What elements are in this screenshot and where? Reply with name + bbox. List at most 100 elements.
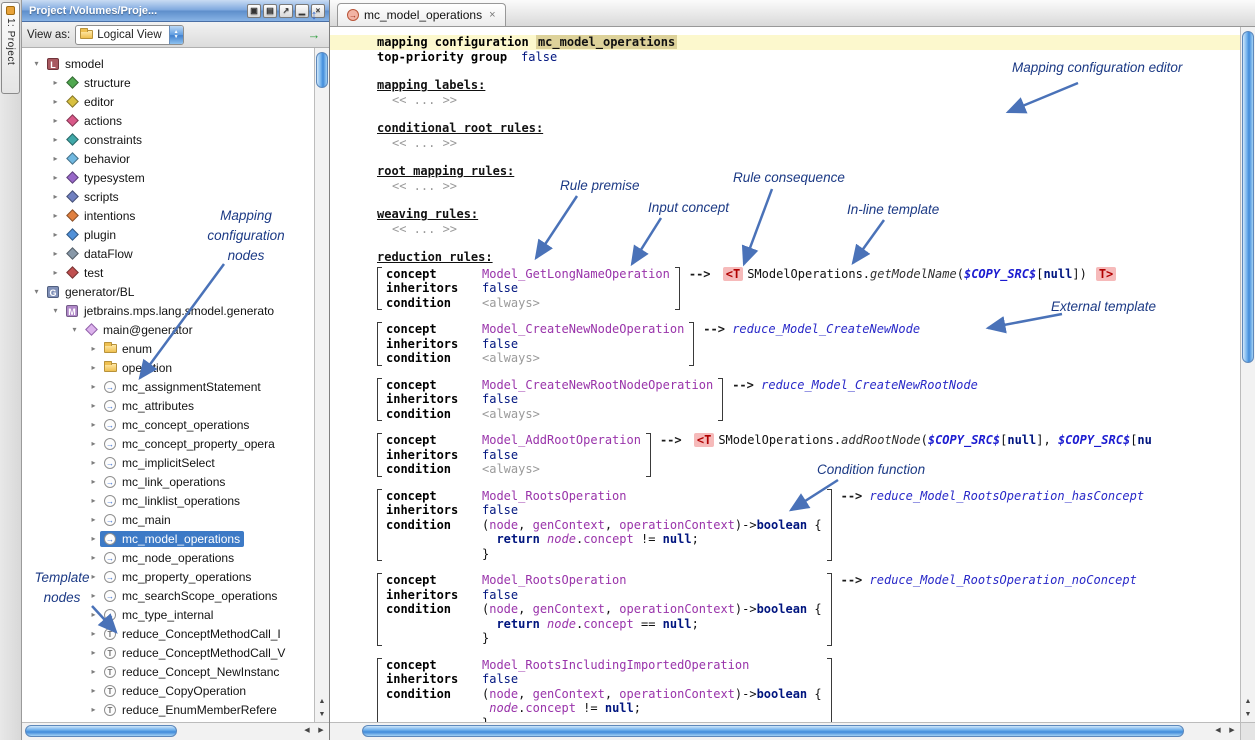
disclosure-closed-icon[interactable]: ▸ [87,344,100,353]
project-horizontal-scrollbar[interactable]: ◀ ▶ [22,722,329,740]
input-concept-reference[interactable]: Model_CreateNewNodeOperation [482,322,684,336]
inheritors-value[interactable]: false [482,337,518,351]
disclosure-closed-icon[interactable]: ▸ [87,667,100,676]
input-concept-reference[interactable]: Model_GetLongNameOperation [482,267,670,281]
tree-item-constraints[interactable]: ▸constraints [22,130,314,149]
reduction-rule[interactable]: conceptModel_RootsIncludingImportedOpera… [377,658,1240,723]
section-title[interactable]: mapping labels: [377,78,1240,93]
tree-item-operation[interactable]: ▸operation [22,358,314,377]
condition-always-value[interactable]: <always> [482,462,540,476]
disclosure-closed-icon[interactable]: ▸ [87,553,100,562]
disclosure-closed-icon[interactable]: ▸ [87,648,100,657]
condition-function[interactable]: (node, genContext, operationContext)->bo… [482,602,822,646]
project-vertical-scrollbar-thumb[interactable] [316,52,328,88]
disclosure-closed-icon[interactable]: ▸ [49,192,62,201]
input-concept-reference[interactable]: Model_RootsIncludingImportedOperation [482,658,749,672]
disclosure-closed-icon[interactable]: ▸ [87,420,100,429]
disclosure-closed-icon[interactable]: ▸ [87,705,100,714]
tree-item-dataFlow[interactable]: ▸dataFlow [22,244,314,263]
top-priority-value[interactable]: false [521,50,557,64]
scroll-down-arrow[interactable]: ▼ [1241,708,1255,721]
disclosure-closed-icon[interactable]: ▸ [49,78,62,87]
inheritors-value[interactable]: false [482,281,518,295]
condition-always-value[interactable]: <always> [482,407,540,421]
tree-item-mc_link_operations[interactable]: ▸→mc_link_operations [22,472,314,491]
tree-item-plugin[interactable]: ▸plugin [22,225,314,244]
section-title[interactable]: weaving rules: [377,207,1240,222]
scroll-down-arrow[interactable]: ▼ [315,708,329,721]
rule-consequence[interactable]: --> reduce_Model_CreateNewRootNode [732,378,978,393]
editor-tab-mc-model-operations[interactable]: → mc_model_operations × [337,3,506,26]
tree-item-smodel[interactable]: ▾Lsmodel [22,54,314,73]
project-tool-window-tab[interactable]: 1: Project [1,2,20,94]
tree-item-mc_concept_operations[interactable]: ▸→mc_concept_operations [22,415,314,434]
tree-item-jetbrains.mps.lang.smodel.generato[interactable]: ▾Mjetbrains.mps.lang.smodel.generato [22,301,314,320]
disclosure-closed-icon[interactable]: ▸ [87,401,100,410]
section-placeholder[interactable]: << ... >> [377,222,1240,237]
tree-item-mc_searchScope_operations[interactable]: ▸→mc_searchScope_operations [22,586,314,605]
disclosure-closed-icon[interactable]: ▸ [87,629,100,638]
window-button-icon-1[interactable]: ▤ [263,4,277,18]
section-title[interactable]: reduction rules: [377,250,1240,265]
scroll-right-arrow[interactable]: ▶ [1225,724,1239,737]
disclosure-closed-icon[interactable]: ▸ [49,116,62,125]
condition-function[interactable]: (node, genContext, operationContext)->bo… [482,518,822,562]
inheritors-value[interactable]: false [482,672,518,686]
disclosure-closed-icon[interactable]: ▸ [87,496,100,505]
section-placeholder[interactable]: << ... >> [377,179,1240,194]
disclosure-closed-icon[interactable]: ▸ [49,135,62,144]
tree-item-actions[interactable]: ▸actions [22,111,314,130]
tree-item-reduce_ConceptMethodCall_I[interactable]: ▸Treduce_ConceptMethodCall_I [22,624,314,643]
scroll-up-arrow[interactable]: ▲ [1241,695,1255,708]
close-tab-icon[interactable]: × [487,9,495,21]
scroll-from-source-icon[interactable]: → [304,25,324,45]
disclosure-closed-icon[interactable]: ▸ [87,534,100,543]
editor-vertical-scrollbar-thumb[interactable] [1242,31,1254,363]
input-concept-reference[interactable]: Model_RootsOperation [482,573,627,587]
disclosure-closed-icon[interactable]: ▸ [87,572,100,581]
condition-function[interactable]: (node, genContext, operationContext)->bo… [482,687,822,723]
inheritors-value[interactable]: false [482,392,518,406]
tree-item-reduce_CopyOperation[interactable]: ▸Treduce_CopyOperation [22,681,314,700]
tree-item-reduce_EnumMemberRefere[interactable]: ▸Treduce_EnumMemberRefere [22,700,314,719]
dropdown-stepper-icon[interactable]: ▲▼ [169,26,183,44]
tree-item-reduce_ConceptMethodCall_V[interactable]: ▸Treduce_ConceptMethodCall_V [22,643,314,662]
disclosure-closed-icon[interactable]: ▸ [87,439,100,448]
tree-item-structure[interactable]: ▸structure [22,73,314,92]
disclosure-open-icon[interactable]: ▾ [49,306,62,315]
inheritors-value[interactable]: false [482,503,518,517]
project-titlebar[interactable]: Project /Volumes/Proje... ▣▤↗▁× [22,0,329,22]
tree-item-mc_attributes[interactable]: ▸→mc_attributes [22,396,314,415]
disclosure-closed-icon[interactable]: ▸ [49,249,62,258]
window-button-icon-0[interactable]: ▣ [247,4,261,18]
section-title[interactable]: conditional root rules: [377,121,1240,136]
tree-item-mc_type_internal[interactable]: ▸→mc_type_internal [22,605,314,624]
external-template-reference[interactable]: reduce_Model_CreateNewNode [732,322,920,336]
disclosure-closed-icon[interactable]: ▸ [87,591,100,600]
disclosure-closed-icon[interactable]: ▸ [87,458,100,467]
tree-item-mc_model_operations[interactable]: ▸→mc_model_operations [22,529,314,548]
reduction-rule[interactable]: conceptModel_RootsOperationinheritorsfal… [377,489,1240,562]
input-concept-reference[interactable]: Model_CreateNewRootNodeOperation [482,378,713,392]
rule-consequence[interactable]: --> reduce_Model_RootsOperation_hasConce… [841,489,1144,504]
header-name[interactable]: mc_model_operations [536,35,677,49]
disclosure-closed-icon[interactable]: ▸ [87,686,100,695]
project-vertical-scrollbar[interactable]: ▲ ▼ [314,48,329,722]
tree-item-mc_concept_property_opera[interactable]: ▸→mc_concept_property_opera [22,434,314,453]
disclosure-closed-icon[interactable]: ▸ [87,363,100,372]
scroll-up-arrow[interactable]: ▲ [315,695,329,708]
tree-item-scripts[interactable]: ▸scripts [22,187,314,206]
editor-horizontal-scrollbar[interactable]: ◀ ▶ [330,722,1240,740]
tree-item-generator/BL[interactable]: ▾Ggenerator/BL [22,282,314,301]
disclosure-closed-icon[interactable]: ▸ [87,515,100,524]
autoscroll-icon[interactable]: ↕ [304,5,324,25]
inheritors-value[interactable]: false [482,588,518,602]
input-concept-reference[interactable]: Model_RootsOperation [482,489,627,503]
input-concept-reference[interactable]: Model_AddRootOperation [482,433,641,447]
disclosure-closed-icon[interactable]: ▸ [49,211,62,220]
disclosure-closed-icon[interactable]: ▸ [87,610,100,619]
scroll-left-arrow[interactable]: ◀ [1211,724,1225,737]
view-selector-dropdown[interactable]: Logical View ▲▼ [75,25,183,45]
tree-item-behavior[interactable]: ▸behavior [22,149,314,168]
top-priority-line[interactable]: top-priority groupfalse [377,50,1240,65]
